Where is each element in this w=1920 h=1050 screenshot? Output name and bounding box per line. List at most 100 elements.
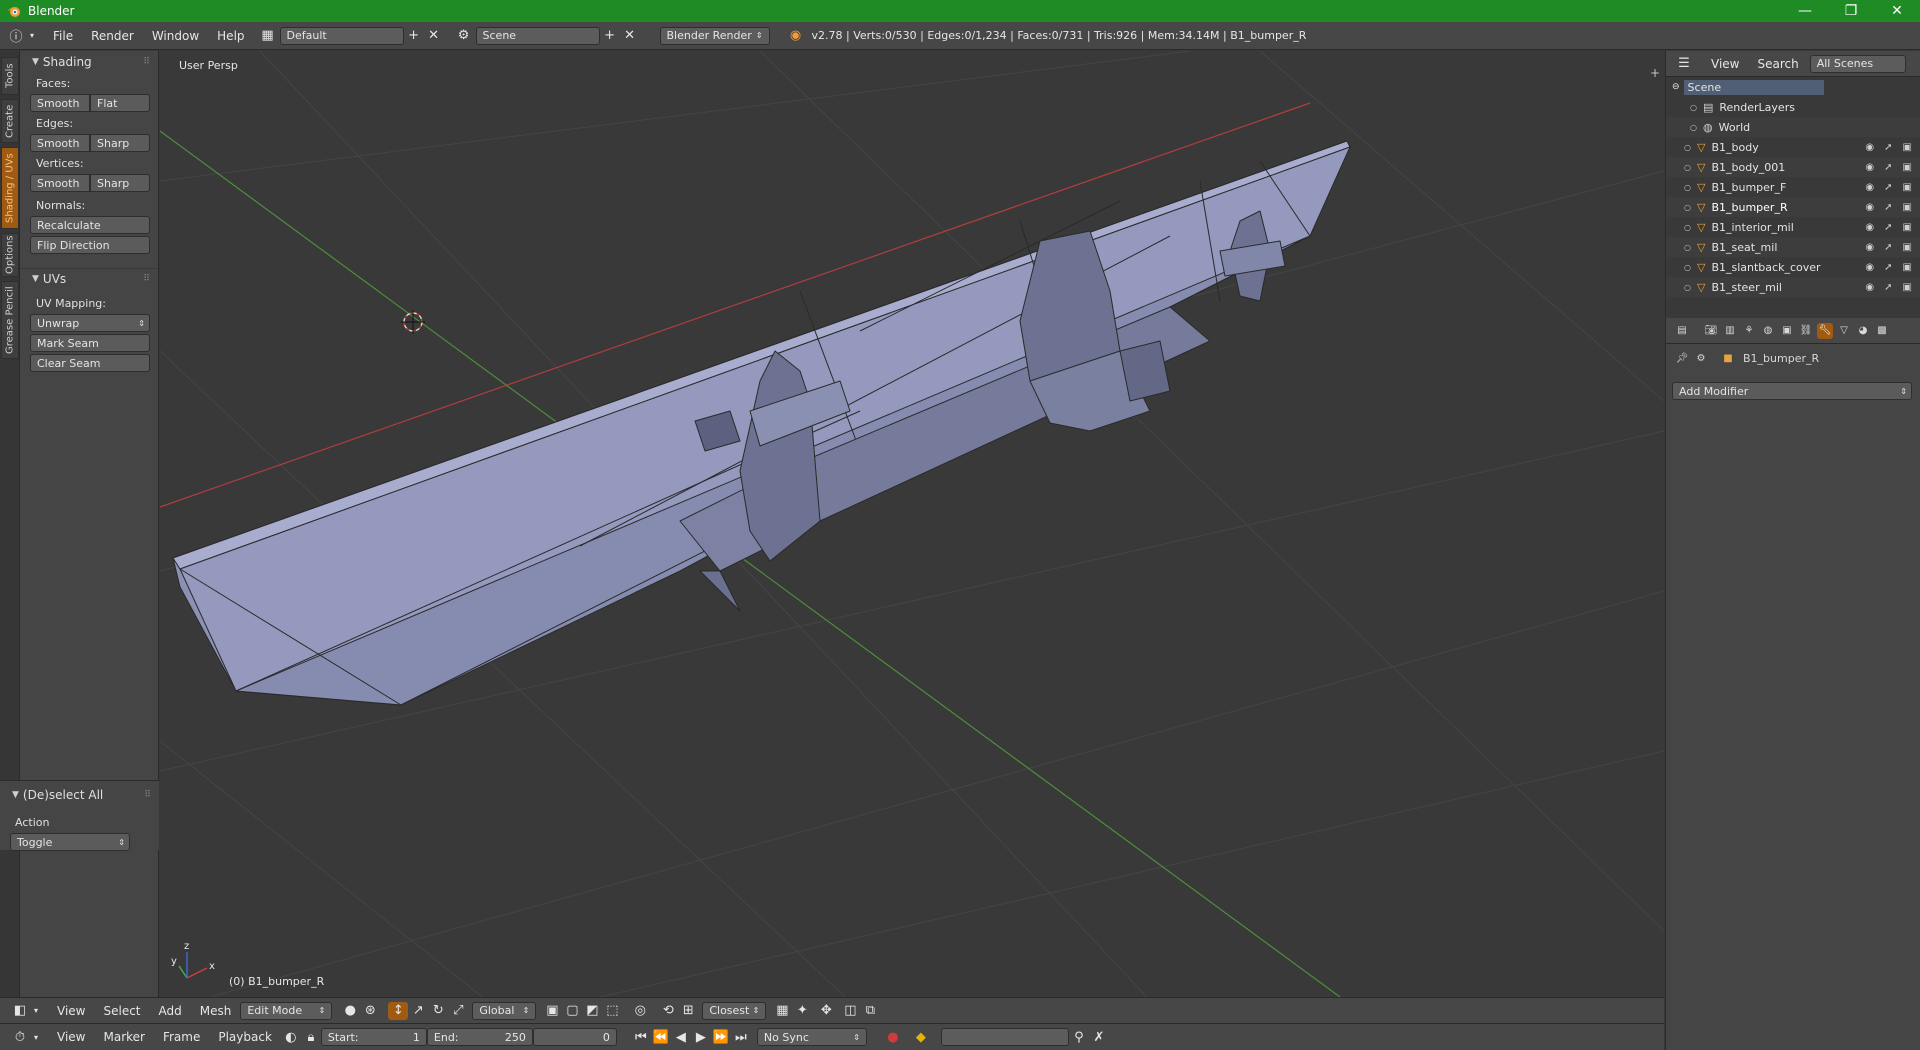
clear-seam-button[interactable]: Clear Seam (30, 354, 150, 372)
mode-dropdown[interactable]: Edit Mode ⇕ (240, 1001, 333, 1020)
outliner-menu-view[interactable]: View (1702, 57, 1748, 71)
cursor-icon[interactable]: ➚ (1884, 282, 1892, 293)
outliner-filter-dropdown[interactable]: All Scenes (1809, 54, 1906, 73)
properties-editor-icon[interactable]: ▤ (1674, 323, 1690, 339)
expand-icon[interactable]: ○ (1690, 103, 1697, 112)
outliner-item[interactable]: ○ ◍ World (1666, 117, 1920, 137)
eye-icon[interactable]: ◉ (1865, 142, 1874, 153)
pivot-point-icon[interactable]: ⊛ (360, 1002, 380, 1020)
insert-keyframe-icon[interactable]: ⚲ (1069, 1028, 1089, 1046)
maximize-button[interactable]: ❐ (1828, 0, 1874, 22)
expand-icon[interactable]: ○ (1684, 203, 1691, 212)
faces-flat-button[interactable]: Flat (90, 94, 150, 112)
render-tab-icon[interactable]: 📷︎ (1703, 323, 1719, 339)
info-editor-icon[interactable]: ⓘ (6, 27, 26, 45)
expand-icon[interactable]: ○ (1684, 143, 1691, 152)
delete-keyframe-icon[interactable]: ✗ (1089, 1028, 1109, 1046)
outliner-item[interactable]: ○ ▤ RenderLayers (1666, 97, 1920, 117)
edges-smooth-button[interactable]: Smooth (30, 134, 90, 152)
chevron-down-icon[interactable]: ▾ (26, 27, 38, 45)
opengl-render-icon[interactable]: ✦ (792, 1002, 812, 1020)
outliner-item[interactable]: ○ ▽ B1_interior_mil ◉ ➚ ▣ (1666, 217, 1920, 237)
end-frame-field[interactable]: End: 250 (426, 1028, 533, 1046)
drag-handle-icon[interactable]: ⠿ (144, 790, 151, 800)
timeline-menu-playback[interactable]: Playback (209, 1030, 281, 1044)
mark-seam-button[interactable]: Mark Seam (30, 334, 150, 352)
mesh-b1-bumper-r[interactable] (172, 140, 1351, 706)
menu-file[interactable]: File (44, 29, 82, 43)
vertices-sharp-button[interactable]: Sharp (90, 174, 150, 192)
expand-icon[interactable]: ○ (1684, 163, 1691, 172)
eye-icon[interactable]: ◉ (1865, 182, 1874, 193)
occlude-geometry-icon[interactable]: ⬚ (602, 1002, 622, 1020)
proportional-edit-icon[interactable]: ◎ (630, 1002, 650, 1020)
rotate-icon[interactable]: ↻ (428, 1002, 448, 1020)
pin-icon[interactable]: 📌︎ (1674, 350, 1690, 366)
render-icon[interactable]: ▣ (1903, 222, 1912, 233)
jump-keyframe-forward-icon[interactable]: ⏩ (711, 1028, 731, 1046)
face-select-icon[interactable]: ◩ (582, 1002, 602, 1020)
recalculate-button[interactable]: Recalculate (30, 216, 150, 234)
outliner-item[interactable]: ○ ▽ B1_body_001 ◉ ➚ ▣ (1666, 157, 1920, 177)
timeline-editor-icon[interactable]: ⏱ (10, 1028, 30, 1046)
vertices-smooth-button[interactable]: Smooth (30, 174, 90, 192)
add-layout-icon[interactable]: + (404, 27, 424, 45)
clapper-icon[interactable]: ⧉ (860, 1002, 880, 1020)
modifiers-tab-icon[interactable]: 🔧︎ (1817, 322, 1833, 339)
current-frame-field[interactable]: 0 (532, 1028, 617, 1046)
outliner-item[interactable]: ○ ▽ B1_slantback_cover ◉ ➚ ▣ (1666, 257, 1920, 277)
viewport-shading-icon[interactable]: ● (340, 1002, 360, 1020)
tab-options[interactable]: Options (1, 233, 19, 277)
timeline-menu-view[interactable]: View (48, 1030, 94, 1044)
collapse-icon[interactable]: ⊖ (1672, 82, 1680, 92)
texture-tab-icon[interactable]: ▩ (1874, 323, 1890, 339)
render-icon[interactable]: ▣ (1903, 202, 1912, 213)
eye-icon[interactable]: ◉ (1865, 262, 1874, 273)
world-tab-icon[interactable]: ◍ (1760, 323, 1776, 339)
chevron-down-icon[interactable]: ▾ (30, 1028, 42, 1046)
cursor-icon[interactable]: ➚ (1884, 142, 1892, 153)
action-dropdown[interactable]: Toggle ⇕ (10, 833, 130, 851)
camera-icon[interactable]: ◫ (840, 1002, 860, 1020)
unwrap-dropdown[interactable]: Unwrap ⇕ (30, 314, 150, 332)
tab-create[interactable]: Create (1, 99, 19, 143)
render-icon[interactable]: ▣ (1903, 262, 1912, 273)
render-layers-tab-icon[interactable]: ▥ (1722, 323, 1738, 339)
tab-grease-pencil[interactable]: Grease Pencil (1, 281, 19, 359)
drag-handle-icon[interactable]: ⠿ (143, 57, 150, 67)
menu-add[interactable]: Add (150, 1004, 191, 1018)
sync-dropdown[interactable]: No Sync ⇕ (756, 1028, 867, 1046)
outliner-item[interactable]: ○ ▽ B1_bumper_R ◉ ➚ ▣ (1666, 197, 1920, 217)
close-button[interactable]: ✕ (1874, 0, 1920, 22)
jump-end-icon[interactable]: ⏭ (731, 1028, 751, 1046)
minimize-button[interactable]: — (1782, 0, 1828, 22)
render-icon[interactable]: ▣ (1903, 142, 1912, 153)
remove-layout-icon[interactable]: ✕ (424, 27, 444, 45)
outliner-item[interactable]: ○ ▽ B1_body ◉ ➚ ▣ (1666, 137, 1920, 157)
3d-viewport[interactable]: x y z + User Persp (0) B1_bumper_R (160, 51, 1664, 997)
cursor-icon[interactable]: ➚ (1884, 262, 1892, 273)
snap-target-dropdown[interactable]: Closest ⇕ (702, 1001, 767, 1020)
eye-icon[interactable]: ◉ (1865, 222, 1874, 233)
expand-icon[interactable]: ○ (1684, 263, 1691, 272)
menu-window[interactable]: Window (143, 29, 208, 43)
scene-tab-icon[interactable]: ⚘ (1741, 323, 1757, 339)
menu-select[interactable]: Select (94, 1004, 149, 1018)
chevron-down-icon[interactable]: ▾ (30, 1002, 42, 1020)
snap-element-icon[interactable]: ⊞ (678, 1002, 698, 1020)
expand-icon[interactable]: ○ (1684, 183, 1691, 192)
shading-panel-header[interactable]: ▼ Shading ⠿ (20, 52, 158, 72)
scene-field[interactable]: Scene (475, 26, 600, 45)
screen-layout-icon[interactable]: ▦ (258, 27, 278, 45)
constraints-tab-icon[interactable]: ⛓ (1798, 323, 1814, 339)
snap-tool-icon[interactable]: ✥ (816, 1002, 836, 1020)
outliner-item[interactable]: ○ ▽ B1_seat_mil ◉ ➚ ▣ (1666, 237, 1920, 257)
timeline-menu-marker[interactable]: Marker (94, 1030, 153, 1044)
3d-cursor-icon[interactable] (401, 310, 425, 334)
timeline-menu-frame[interactable]: Frame (154, 1030, 209, 1044)
eye-icon[interactable]: ◉ (1865, 242, 1874, 253)
material-tab-icon[interactable]: ◕ (1855, 323, 1871, 339)
properties-region-toggle-icon[interactable]: + (1650, 66, 1660, 80)
cursor-icon[interactable]: ➚ (1884, 222, 1892, 233)
edge-select-icon[interactable]: ▢ (562, 1002, 582, 1020)
